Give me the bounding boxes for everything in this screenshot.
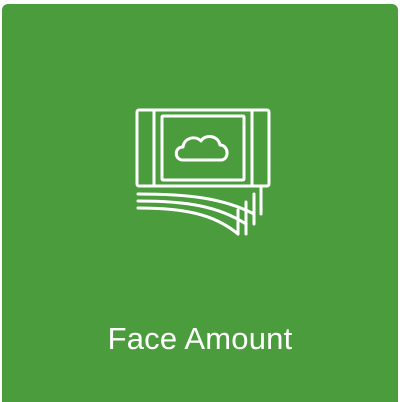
tile-label: Face Amount: [107, 321, 293, 356]
banknote-cloud-icon: [128, 102, 278, 242]
face-amount-tile[interactable]: Face Amount: [2, 4, 398, 402]
